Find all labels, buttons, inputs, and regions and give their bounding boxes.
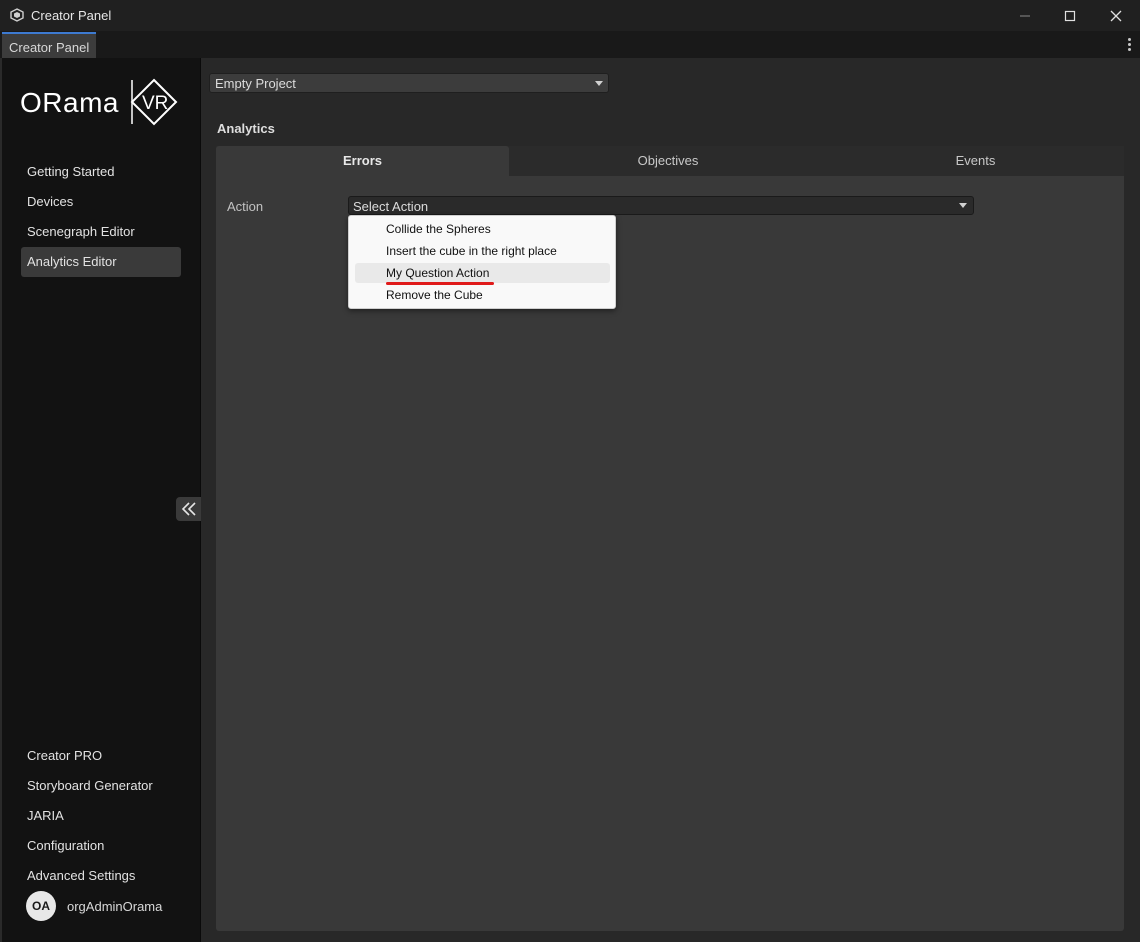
highlight-underline <box>386 282 494 285</box>
action-select-value: Select Action <box>353 199 429 214</box>
action-dropdown-menu: Collide the Spheres Insert the cube in t… <box>348 215 616 309</box>
sidebar-item-devices[interactable]: Devices <box>21 187 181 217</box>
menu-item-collide-the-spheres[interactable]: Collide the Spheres <box>355 219 610 239</box>
user-profile[interactable]: OA orgAdminOrama <box>26 891 162 921</box>
close-button[interactable] <box>1093 0 1139 31</box>
maximize-icon <box>1064 10 1076 21</box>
sidebar-item-creator-pro[interactable]: Creator PRO <box>21 741 181 771</box>
minimize-icon <box>1020 15 1030 16</box>
svg-text:VR: VR <box>142 93 168 114</box>
window-title: Creator Panel <box>31 8 112 23</box>
section-title: Analytics <box>217 121 275 136</box>
title-bar: Creator Panel <box>0 0 1140 31</box>
avatar: OA <box>26 891 56 921</box>
logo-text: ORama <box>20 87 119 118</box>
sidebar-item-getting-started[interactable]: Getting Started <box>21 157 181 187</box>
sidebar-item-scenegraph-editor[interactable]: Scenegraph Editor <box>21 217 181 247</box>
double-chevron-left-icon <box>181 502 196 516</box>
menu-item-insert-the-cube[interactable]: Insert the cube in the right place <box>355 241 610 261</box>
sidebar-item-advanced-settings[interactable]: Advanced Settings <box>21 861 181 891</box>
menu-item-remove-the-cube[interactable]: Remove the Cube <box>355 285 610 305</box>
app-icon <box>10 8 24 22</box>
editor-tab-strip <box>0 31 1140 59</box>
logo-vr-badge: VR <box>130 78 178 126</box>
minimize-button[interactable] <box>1002 0 1048 31</box>
action-select[interactable]: Select Action <box>348 196 974 215</box>
tab-creator-panel[interactable]: Creator Panel <box>2 32 97 58</box>
more-options-icon[interactable] <box>1126 38 1132 52</box>
project-select-value: Empty Project <box>215 76 296 91</box>
action-label: Action <box>227 199 264 214</box>
sidebar-item-jaria[interactable]: JARIA <box>21 801 181 831</box>
sidebar-item-analytics-editor[interactable]: Analytics Editor <box>21 247 181 277</box>
username: orgAdminOrama <box>67 898 163 914</box>
orama-vr-logo: ORama VR <box>20 78 185 128</box>
project-select[interactable]: Empty Project <box>209 73 609 93</box>
maximize-button[interactable] <box>1047 0 1093 31</box>
tab-objectives[interactable]: Objectives <box>509 146 827 176</box>
chevron-down-icon <box>959 203 967 208</box>
sidebar-item-storyboard-generator[interactable]: Storyboard Generator <box>21 771 181 801</box>
tab-errors[interactable]: Errors <box>216 146 509 176</box>
collapse-sidebar-button[interactable] <box>176 497 201 521</box>
menu-item-my-question-action[interactable]: My Question Action <box>355 263 610 283</box>
chevron-down-icon <box>595 81 603 86</box>
tab-events[interactable]: Events <box>827 146 1124 176</box>
sidebar-item-configuration[interactable]: Configuration <box>21 831 181 861</box>
close-icon <box>1110 10 1122 21</box>
